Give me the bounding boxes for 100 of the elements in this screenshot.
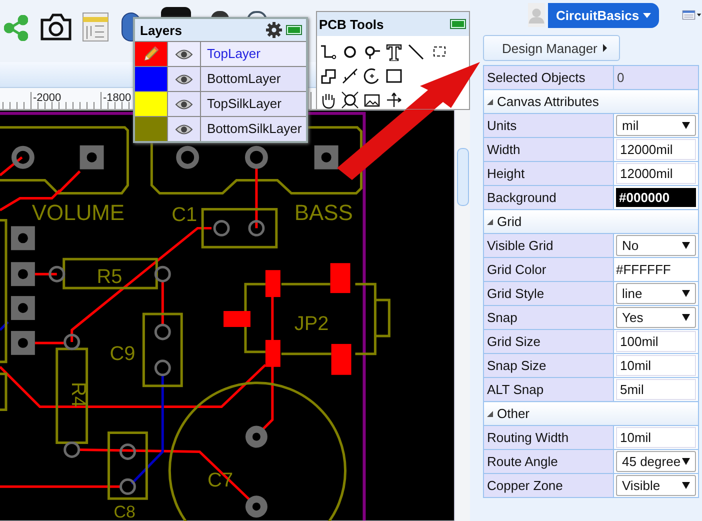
- through-hole-pad: [213, 220, 230, 236]
- dropdown[interactable]: Yes: [616, 307, 696, 328]
- eye-icon[interactable]: [175, 124, 193, 134]
- wire-icon[interactable]: [319, 43, 337, 61]
- layer-color-swatch[interactable]: [135, 117, 168, 141]
- input-field[interactable]: 12000mil: [616, 163, 696, 184]
- dimension-icon[interactable]: [341, 67, 359, 85]
- minimize-icon[interactable]: [286, 25, 302, 35]
- arc-icon[interactable]: [363, 67, 381, 85]
- ruler-label: -2000: [33, 92, 62, 104]
- scrollbar[interactable]: [454, 110, 470, 521]
- silkscreen-outline: [108, 432, 148, 500]
- move-icon[interactable]: [385, 91, 403, 109]
- dropdown[interactable]: mil: [616, 115, 696, 136]
- silkscreen-label: C9: [110, 342, 136, 365]
- layer-row[interactable]: TopSilkLayer: [135, 91, 306, 116]
- eye-icon[interactable]: [175, 48, 193, 60]
- square-pad: [10, 330, 35, 355]
- property-label: ALT Snap: [484, 378, 614, 402]
- square-pad: [314, 145, 338, 170]
- square-pad: [10, 296, 35, 320]
- silkscreen-outline: [281, 352, 332, 356]
- layer-color-swatch[interactable]: [135, 67, 168, 91]
- document-icon[interactable]: [82, 12, 109, 42]
- input-field[interactable]: 10mil: [616, 355, 696, 376]
- property-label: Copper Zone: [484, 474, 614, 498]
- property-label: Grid Size: [484, 330, 614, 354]
- through-hole-pad: [120, 443, 136, 460]
- dropdown-arrow-icon: [682, 458, 690, 465]
- color-field[interactable]: #000000: [616, 188, 696, 207]
- property-value: 0: [614, 66, 698, 90]
- through-hole-pad: [64, 441, 80, 458]
- panel-title: PCB Tools: [319, 16, 384, 32]
- polygon-icon[interactable]: [319, 67, 337, 85]
- through-hole-pad: [154, 266, 171, 282]
- through-hole-pad: [154, 360, 171, 376]
- minimize-icon[interactable]: [450, 19, 466, 29]
- dropdown-arrow-icon: [682, 290, 690, 297]
- copper-trace: [0, 156, 23, 176]
- through-hole-pad: [248, 220, 265, 236]
- settings-icon[interactable]: [266, 22, 282, 38]
- dropdown[interactable]: No: [616, 235, 696, 256]
- through-hole-pad: [120, 478, 136, 495]
- dropdown[interactable]: Visible: [616, 475, 696, 496]
- smd-pad: [265, 340, 280, 367]
- eye-icon[interactable]: [175, 74, 193, 84]
- layer-row[interactable]: BottomLayer: [135, 66, 306, 91]
- copper-trace: [34, 272, 57, 276]
- user-menu-button[interactable]: CircuitBasics: [548, 2, 660, 28]
- input-field[interactable]: 100mil: [616, 331, 696, 352]
- via-icon[interactable]: [363, 43, 381, 61]
- line-icon[interactable]: [407, 43, 425, 61]
- silkscreen-label: BASS: [294, 200, 353, 226]
- smd-pad: [330, 263, 350, 294]
- layer-row[interactable]: TopLayer: [135, 41, 306, 66]
- input-field[interactable]: 10mil: [616, 427, 696, 448]
- layer-color-swatch[interactable]: [135, 42, 168, 66]
- text-icon[interactable]: [385, 43, 403, 61]
- copper-trace: [0, 321, 9, 331]
- property-label: Visible Grid: [484, 234, 614, 258]
- dropdown[interactable]: line: [616, 283, 696, 304]
- pad-icon[interactable]: [341, 43, 359, 61]
- through-hole-pad: [245, 496, 268, 518]
- menu-icon[interactable]: [682, 8, 702, 22]
- scrollbar-thumb[interactable]: [457, 148, 470, 206]
- square-pad: [10, 226, 35, 250]
- property-label: Grid Style: [484, 282, 614, 306]
- property-label: Units: [484, 114, 614, 138]
- property-label: Snap Size: [484, 354, 614, 378]
- collapse-icon[interactable]: [487, 410, 493, 416]
- property-label: Width: [484, 138, 614, 162]
- input-field[interactable]: 12000mil: [616, 139, 696, 160]
- section-title[interactable]: Grid: [497, 214, 522, 229]
- silkscreen-outline: [281, 282, 330, 286]
- silkscreen-outline: [0, 372, 8, 412]
- layer-color-swatch[interactable]: [135, 92, 168, 116]
- collapse-icon[interactable]: [487, 218, 493, 224]
- collapse-icon[interactable]: [487, 98, 493, 104]
- silkscreen-label: R4: [66, 382, 89, 408]
- silkscreen-label: C7: [208, 470, 234, 492]
- copper-trace: [255, 166, 258, 228]
- rectangle-icon[interactable]: [385, 67, 403, 85]
- input-field[interactable]: 5mil: [616, 379, 696, 400]
- ruler-label: -1800: [103, 92, 132, 104]
- through-hole-pad: [48, 266, 66, 282]
- layer-name: BottomLayer: [206, 70, 281, 88]
- toolbar-icon[interactable]: [247, 11, 267, 20]
- share-icon[interactable]: [4, 15, 28, 41]
- camera-icon[interactable]: [40, 13, 72, 41]
- through-hole-pad: [176, 146, 200, 169]
- layer-row[interactable]: BottomSilkLayer: [135, 116, 306, 141]
- smd-pad: [265, 270, 280, 298]
- dropdown-arrow-icon: [682, 314, 690, 321]
- smd-pad: [224, 311, 250, 327]
- silkscreen-label: JP2: [294, 312, 329, 335]
- design-manager-button[interactable]: Design Manager: [483, 35, 620, 61]
- section-title[interactable]: Other: [497, 406, 530, 421]
- eye-icon[interactable]: [175, 98, 193, 110]
- component-icon[interactable]: [341, 91, 359, 109]
- dropdown[interactable]: 45 degree: [616, 451, 696, 472]
